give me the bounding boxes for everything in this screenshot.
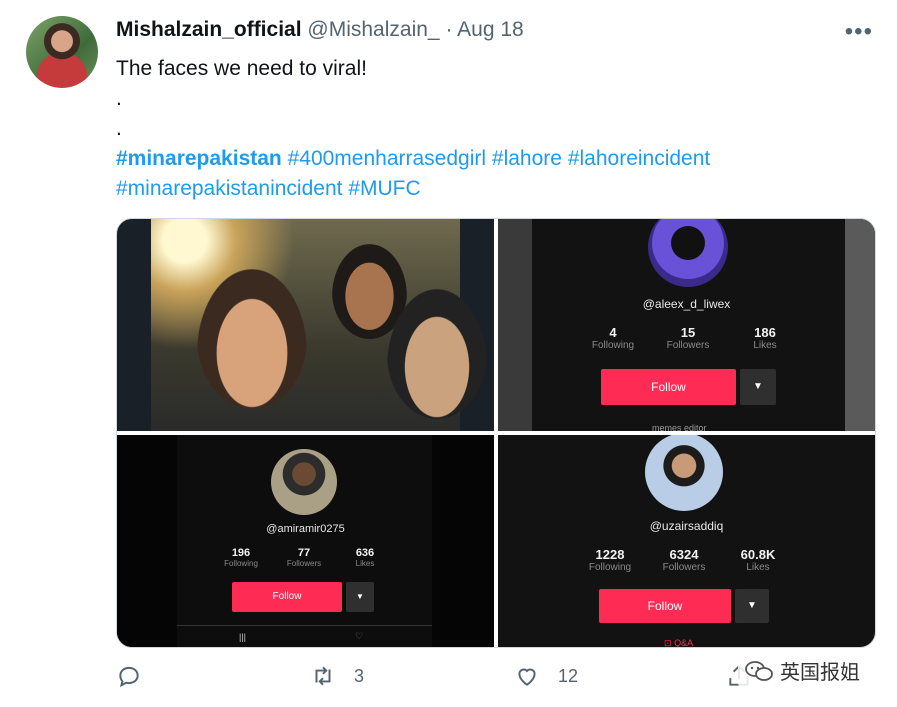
stat-followers: 6324 Followers — [644, 547, 724, 573]
follow-button: Follow — [599, 589, 731, 623]
like-count: 12 — [558, 665, 579, 686]
qa-label: ⊡ Q&A — [664, 638, 693, 647]
heart-icon — [518, 668, 536, 686]
hashtag-link[interactable]: #400menharrasedgirl — [288, 147, 486, 170]
stat-label: Likes — [746, 562, 770, 573]
stat-following: 1228 Following — [570, 547, 650, 573]
tweet-text: The faces we need to viral! . . #minarep… — [116, 54, 856, 204]
profile-avatar — [645, 435, 723, 511]
display-name[interactable]: Mishalzain_official — [116, 18, 302, 41]
face-right — [387, 289, 487, 419]
qa-icon: ⊡ — [664, 638, 672, 647]
retweet-button[interactable]: 3 — [310, 663, 364, 689]
reply-button[interactable] — [116, 663, 160, 689]
tiktok-username: @amiramir0275 — [266, 523, 345, 535]
stat-value: 15 — [680, 325, 696, 340]
dropdown-icon: ▼ — [740, 369, 776, 405]
liked-tab-icon: ♡ — [355, 631, 364, 641]
hashtag-link[interactable]: #lahoreincident — [568, 147, 710, 170]
tweet-text-dot: . — [116, 117, 122, 140]
stat-label: Followers — [662, 562, 706, 573]
stat-likes: 636 Likes — [325, 547, 405, 568]
tweet-text-dot: . — [116, 87, 122, 110]
tiktok-username: @aleex_d_liwex — [642, 297, 731, 311]
separator-dot: · — [445, 18, 453, 41]
media-tiktok-profile-uzairsaddiq[interactable]: @uzairsaddiq 1228 Following 6324 Followe… — [498, 435, 875, 647]
stat-value: 186 — [754, 325, 776, 340]
stat-label: Following — [591, 340, 635, 351]
follow-button: Follow — [232, 582, 342, 612]
stat-likes: 60.8K Likes — [718, 547, 798, 573]
tweet-header: Mishalzain_official @Mishalzain_ · Aug 1… — [116, 18, 524, 42]
videos-tab-icon: ||| — [239, 632, 247, 642]
stat-value: 4 — [609, 325, 617, 340]
stat-label: Followers — [666, 340, 710, 351]
hashtag-link[interactable]: #lahore — [492, 147, 562, 170]
stat-label: Likes — [753, 340, 777, 351]
media-photo-selfie[interactable] — [117, 219, 494, 431]
face-left — [197, 269, 307, 409]
stat-following: 4 Following — [573, 325, 653, 351]
retweet-count: 3 — [354, 665, 365, 686]
user-handle[interactable]: @Mishalzain_ — [307, 18, 439, 41]
media-tiktok-profile-aleex[interactable]: @aleex_d_liwex 4 Following 15 Followers … — [498, 219, 875, 431]
hashtag-link[interactable]: #MUFC — [348, 177, 420, 200]
hashtag-line-1: #minarepakistan #400menharrasedgirl #lah… — [116, 144, 856, 174]
profile-bio: memes editor — [652, 423, 707, 431]
watermark: 英国报姐 — [738, 654, 866, 687]
hashtag-line-2: #minarepakistanincident #MUFC — [116, 174, 856, 204]
reply-icon — [119, 666, 139, 688]
media-tiktok-profile-amiramir[interactable]: @amiramir0275 196 Following 77 Followers… — [117, 435, 494, 647]
author-avatar[interactable] — [26, 16, 98, 88]
stat-label: Likes — [355, 559, 375, 568]
stat-value: 1228 — [595, 547, 625, 562]
profile-avatar — [271, 449, 337, 515]
dropdown-icon: ▼ — [735, 589, 769, 623]
stat-label: Following — [588, 562, 632, 573]
profile-avatar — [648, 219, 728, 287]
qa-text: Q&A — [674, 638, 694, 647]
hashtag-link[interactable]: #minarepakistanincident — [116, 177, 342, 200]
tweet-text-line: The faces we need to viral! — [116, 57, 367, 80]
stat-followers: 15 Followers — [648, 325, 728, 351]
hashtag-link[interactable]: #minarepakistan — [116, 147, 282, 170]
watermark-text: 英国报姐 — [780, 662, 860, 684]
wechat-icon — [745, 660, 773, 681]
more-options-icon[interactable]: ••• — [845, 18, 873, 46]
like-button[interactable]: 12 — [514, 663, 578, 689]
follow-button: Follow — [601, 369, 736, 405]
stat-likes: 186 Likes — [725, 325, 805, 351]
tiktok-username: @uzairsaddiq — [649, 519, 724, 533]
dropdown-icon: ▼ — [346, 582, 374, 612]
tweet-date[interactable]: Aug 18 — [457, 18, 524, 41]
stat-value: 636 — [355, 547, 375, 559]
retweet-icon — [315, 666, 331, 686]
stat-value: 60.8K — [740, 547, 776, 562]
stat-value: 6324 — [669, 547, 699, 562]
media-grid: @aleex_d_liwex 4 Following 15 Followers … — [116, 218, 876, 648]
